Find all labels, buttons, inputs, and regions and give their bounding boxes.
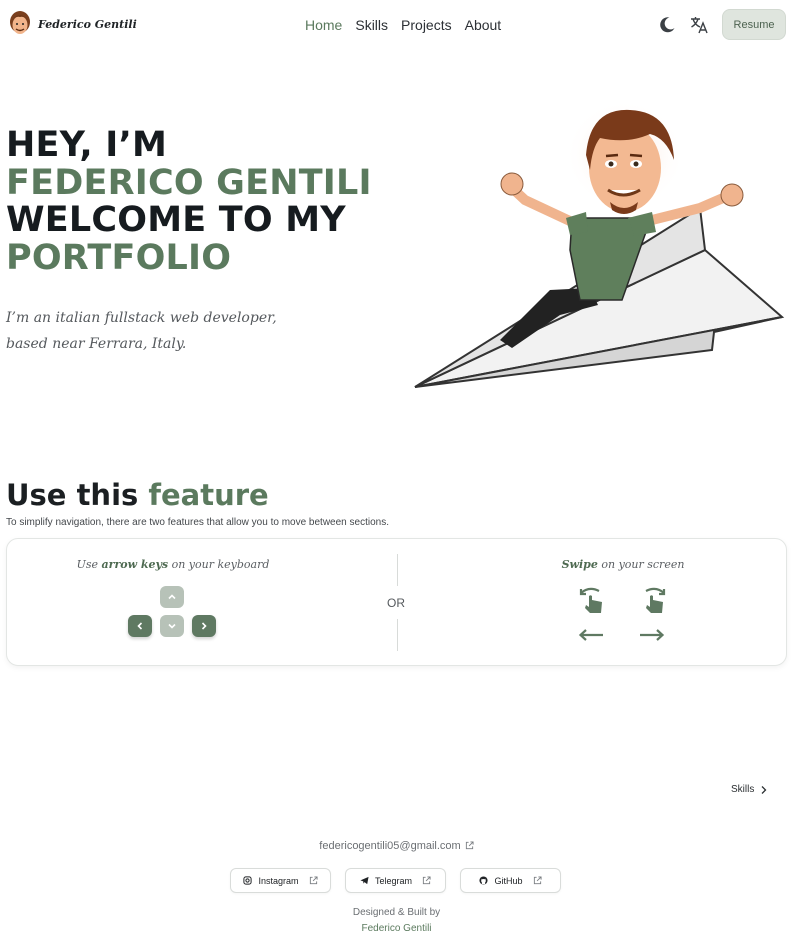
telegram-button[interactable]: Telegram [345,868,446,893]
external-link-icon [465,841,474,850]
keyboard-caption-post: on your keyboard [168,558,270,571]
nav-link-projects[interactable]: Projects [401,17,452,33]
swipe-left-gesture-icon [579,587,602,613]
footer-email: federicogentili05@gmail.com [0,840,793,852]
divider-bottom [397,619,398,651]
or-label: OR [387,596,405,610]
email-link[interactable]: federicogentili05@gmail.com [319,840,460,852]
nav-link-home[interactable]: Home [305,17,342,33]
credit-text: Designed & Built by [352,907,441,918]
arrow-right-key[interactable] [192,615,216,637]
moon-icon[interactable] [658,16,676,34]
arrow-left-key[interactable] [128,615,152,637]
nav-link-about[interactable]: About [465,17,502,33]
nav-link-skills[interactable]: Skills [355,17,388,33]
hero-illustration [414,100,785,388]
hero-description: I’m an italian fullstack web developer, … [6,310,277,352]
github-label: GitHub [494,875,523,886]
feature-heading-accent: feature [148,478,269,512]
translate-icon[interactable] [690,16,708,34]
external-link-icon [309,876,318,885]
keyboard-caption: Use arrow keys on your keyboard [7,558,339,571]
hero-title: HEY, I’M FEDERICO GENTILI WELCOME TO MY … [6,125,372,278]
divider-top [397,554,398,586]
hero-line-1: HEY, I’M [6,125,167,165]
swipe-caption-bold: Swipe [561,558,598,571]
next-section-label: Skills [731,784,755,795]
credit-author: Federico Gentili [361,923,432,934]
telegram-label: Telegram [374,875,412,886]
keyboard-caption-pre: Use [76,558,102,571]
swipe-caption-post: on your screen [597,558,685,571]
hero-line-3: WELCOME TO MY [6,200,346,240]
feature-subtitle: To simplify navigation, there are two fe… [6,517,389,528]
chevron-right-icon [201,622,207,630]
chevron-right-icon [761,785,767,794]
feature-heading-plain: Use this [6,478,149,512]
github-button[interactable]: GitHub [460,868,561,893]
instagram-label: Instagram [258,875,299,886]
instagram-button[interactable]: Instagram [230,868,331,893]
external-link-icon [422,876,431,885]
next-section-link[interactable]: Skills [731,784,768,795]
resume-button[interactable]: Resume [722,9,786,40]
swipe-caption: Swipe on your screen [467,558,779,571]
arrow-right-icon [640,629,665,641]
chevron-up-icon [168,594,176,600]
github-icon [479,876,489,885]
telegram-icon [360,876,369,885]
arrow-down-key[interactable] [160,615,184,637]
keyboard-caption-bold: arrow keys [101,558,169,571]
swipe-right-gesture-icon [645,587,666,613]
arrow-left-icon [578,629,603,641]
brand-name: Federico Gentili [38,17,137,31]
arrow-up-key[interactable] [160,586,184,608]
main-nav: Home Skills Projects About [305,17,501,33]
hero-line-4: PORTFOLIO [6,237,232,278]
navbar: Federico Gentili Home Skills Projects Ab… [0,0,793,50]
brand-logo[interactable]: Federico Gentili [8,10,137,38]
feature-card: Use arrow keys on your keyboard OR Swipe… [6,538,787,666]
chevron-left-icon [137,622,143,630]
chevron-down-icon [168,623,176,629]
feature-heading: Use this feature [6,478,269,512]
hero-line-2: FEDERICO GENTILI [6,162,372,203]
instagram-icon [243,876,253,885]
avatar [10,11,30,34]
external-link-icon [533,876,542,885]
